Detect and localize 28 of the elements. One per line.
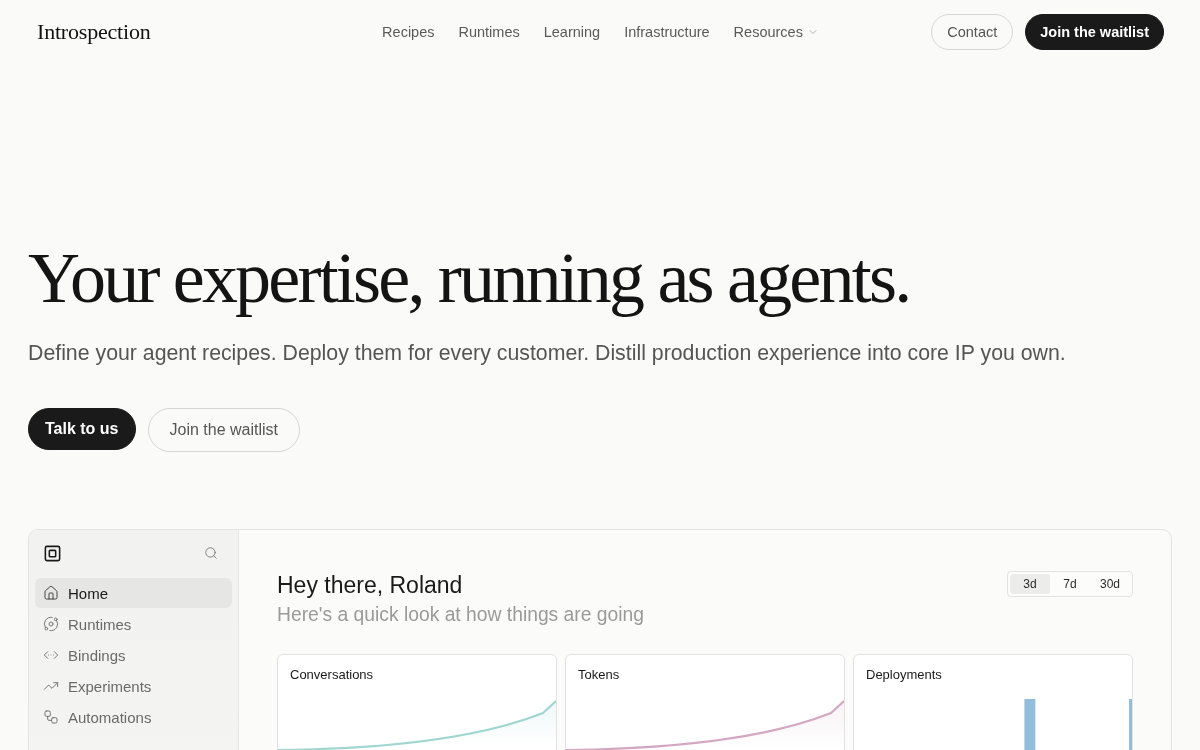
card-title: Conversations — [289, 666, 375, 683]
waitlist-button[interactable]: Join the waitlist — [1025, 14, 1164, 50]
hero-subtitle: Define your agent recipes. Deploy them for every customer. Distill production experience into core IP you own. — [28, 340, 1067, 367]
sidebar-item[interactable]: Bindings — [35, 640, 232, 670]
logo-icon — [43, 543, 62, 563]
sidebar-item[interactable]: Automations — [35, 702, 232, 732]
talk-button[interactable]: Talk to us — [28, 408, 136, 450]
sidebar-item[interactable]: Experiments — [35, 671, 232, 701]
workflow-icon — [43, 709, 59, 725]
sidebar-item[interactable]: Runtimes — [35, 609, 232, 639]
sidebar-item[interactable]: Home — [35, 578, 232, 608]
greeting-title: Hey there, Roland — [277, 571, 464, 599]
search-icon[interactable] — [204, 546, 218, 560]
nav-link[interactable]: Learning — [543, 24, 601, 40]
home-icon — [43, 585, 59, 601]
orbit-icon — [43, 616, 59, 632]
nav-link[interactable]: Runtimes — [458, 24, 520, 40]
range-tab[interactable]: 7d — [1050, 574, 1090, 594]
nav-link[interactable]: Infrastructure — [624, 24, 710, 40]
card-title: Deployments — [865, 666, 943, 683]
logo[interactable]: Introspection — [37, 19, 151, 45]
nav-link[interactable]: Recipes — [382, 24, 435, 40]
range-tab[interactable]: 30d — [1090, 574, 1130, 594]
range-tab[interactable]: 3d — [1010, 574, 1050, 594]
card-title: Tokens — [577, 666, 621, 683]
greeting-subtitle: Here's a quick look at how things are going — [277, 603, 645, 627]
nav-dropdown[interactable]: Resources — [733, 24, 819, 40]
hero-title: Your expertise, running as agents. — [28, 237, 911, 320]
